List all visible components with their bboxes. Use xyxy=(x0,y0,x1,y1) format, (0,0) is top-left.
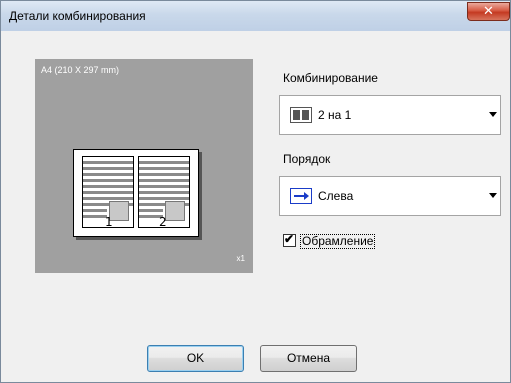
order-value: Слева xyxy=(318,189,354,203)
border-label[interactable]: Обрамление xyxy=(300,234,376,249)
chevron-down-icon[interactable] xyxy=(489,193,497,198)
border-checkbox[interactable]: ✔ xyxy=(283,232,296,247)
two-pages-icon xyxy=(290,107,312,123)
close-button[interactable]: ✕ xyxy=(467,2,510,21)
combine-details-dialog: Детали комбинирования ✕ A4 (210 X 297 mm… xyxy=(0,0,511,383)
preview-page-2: 2 xyxy=(138,156,190,229)
combine-label: Комбинирование xyxy=(283,71,378,85)
preview-thumbnail-2 xyxy=(165,201,185,221)
paper-size-label: A4 (210 X 297 mm) xyxy=(41,65,120,75)
copies-indicator: x1 xyxy=(236,254,245,263)
order-select[interactable]: Слева xyxy=(279,176,501,216)
order-label: Порядок xyxy=(283,152,331,166)
preview-sheet: 1 2 xyxy=(73,149,199,237)
right-arrow-icon xyxy=(290,188,312,204)
cancel-button[interactable]: Отмена xyxy=(260,345,357,372)
chevron-down-icon[interactable] xyxy=(489,112,497,117)
ok-button[interactable]: OK xyxy=(147,345,244,372)
close-icon: ✕ xyxy=(483,4,494,19)
checkmark-icon: ✔ xyxy=(284,232,295,246)
dialog-body: A4 (210 X 297 mm) 1 2 x1 Комбинирование … xyxy=(5,31,508,380)
combine-value: 2 на 1 xyxy=(318,108,352,122)
layout-preview: A4 (210 X 297 mm) 1 2 x1 xyxy=(35,59,253,273)
preview-page-1: 1 xyxy=(82,156,134,229)
combine-select[interactable]: 2 на 1 xyxy=(279,95,501,135)
preview-page-number-2: 2 xyxy=(159,215,167,229)
window-title: Детали комбинирования xyxy=(9,9,146,23)
title-bar[interactable]: Детали комбинирования ✕ xyxy=(1,1,510,31)
preview-page-number-1: 1 xyxy=(105,215,113,229)
